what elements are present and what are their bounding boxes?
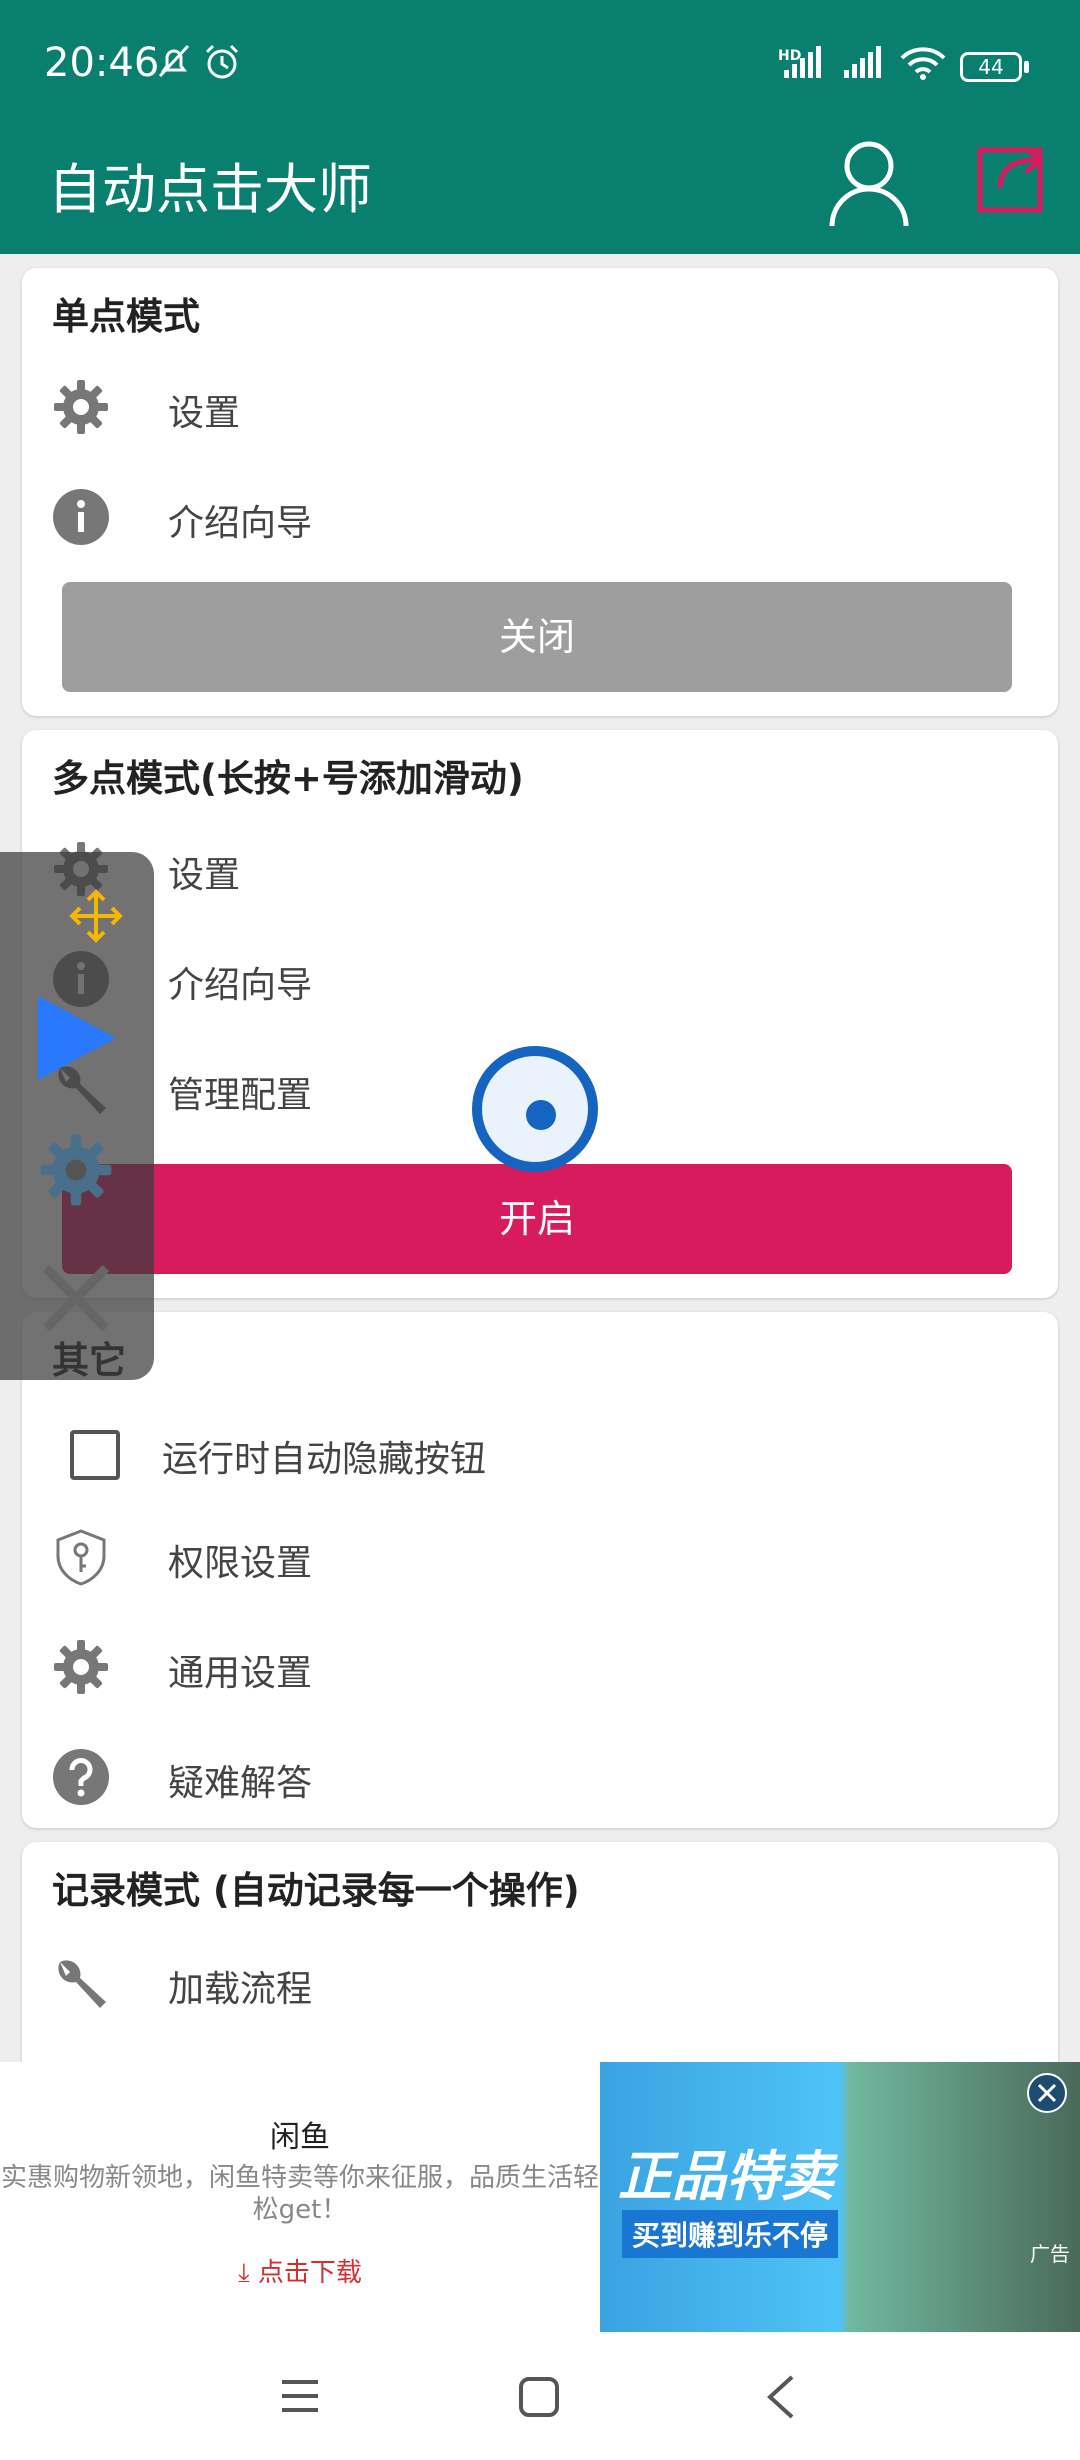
auto-hide-label: 运行时自动隐藏按钮	[162, 1439, 487, 1480]
ad-banner-main: 正品特卖	[618, 2145, 834, 2208]
app-bar: 自动点击大师	[0, 140, 1080, 254]
multi-manage-label: 管理配置	[168, 1075, 313, 1116]
back-icon[interactable]	[762, 2374, 798, 2420]
menu-icon[interactable]	[280, 2376, 320, 2416]
single-close-button[interactable]: 关闭	[62, 582, 1012, 692]
move-icon[interactable]	[68, 888, 124, 944]
account-icon[interactable]	[826, 136, 912, 232]
single-mode-title: 单点模式	[52, 295, 200, 338]
floating-control-panel	[0, 852, 154, 1380]
faq-row[interactable]: 疑难解答	[52, 1736, 1032, 1816]
auto-hide-row[interactable]: 运行时自动隐藏按钮	[52, 1412, 1032, 1492]
auto-hide-checkbox[interactable]	[70, 1430, 120, 1480]
click-target-dot	[526, 1100, 556, 1130]
permissions-row[interactable]: 权限设置	[52, 1516, 1032, 1596]
help-icon	[53, 1749, 109, 1805]
app-title: 自动点击大师	[48, 158, 372, 221]
panel-gear-icon[interactable]	[38, 1132, 114, 1208]
play-icon[interactable]	[34, 992, 120, 1084]
ad-title: 闲鱼	[270, 2120, 330, 2155]
status-bar: 20:46 HD 44	[0, 0, 1080, 140]
battery-tip	[1024, 61, 1029, 73]
ad-tag: 广告	[1030, 2242, 1070, 2266]
multi-guide-label: 介绍向导	[168, 965, 313, 1006]
ad-description: 实惠购物新领地，闲鱼特卖等你来征服，品质生活轻松get！	[0, 2163, 599, 2225]
home-icon[interactable]	[518, 2376, 560, 2418]
multi-settings-row[interactable]: 设置	[52, 828, 1032, 908]
mute-bell-icon	[158, 44, 190, 78]
multi-settings-label: 设置	[168, 855, 241, 896]
signal-2-icon	[844, 46, 881, 78]
single-mode-card: 单点模式 设置 介绍向导 关闭	[22, 268, 1058, 716]
close-icon[interactable]	[38, 1260, 114, 1336]
multi-mode-title: 多点模式(长按+号添加滑动)	[52, 757, 524, 800]
permissions-label: 权限设置	[168, 1543, 313, 1584]
info-icon	[53, 489, 109, 545]
single-guide-row[interactable]: 介绍向导	[52, 476, 1032, 556]
wrench-icon	[58, 1960, 106, 2008]
click-target-point[interactable]	[472, 1046, 598, 1172]
single-guide-label: 介绍向导	[168, 503, 313, 544]
multi-mode-card: 多点模式(长按+号添加滑动) 设置 介绍向导 管理配置 开启	[22, 730, 1058, 1298]
ad-download-label: 点击下载	[257, 2258, 362, 2288]
gear-icon	[54, 1640, 108, 1694]
general-settings-label: 通用设置	[168, 1653, 313, 1694]
load-flow-label: 加载流程	[168, 1969, 313, 2010]
ad-close-icon[interactable]	[1026, 2072, 1068, 2114]
single-settings-row[interactable]: 设置	[52, 366, 1032, 446]
ad-download-link[interactable]: ⤓ 点击下载	[0, 2252, 600, 2289]
ad-banner[interactable]: 闲鱼 实惠购物新领地，闲鱼特卖等你来征服，品质生活轻松get！ ⤓ 点击下载 正…	[0, 2062, 1080, 2332]
general-settings-row[interactable]: 通用设置	[52, 1626, 1032, 1706]
gear-icon	[54, 380, 108, 434]
load-flow-row[interactable]: 加载流程	[52, 1942, 1032, 2022]
single-settings-label: 设置	[168, 393, 241, 434]
download-icon: ⤓	[238, 2258, 258, 2288]
multi-guide-row[interactable]: 介绍向导	[52, 938, 1032, 1018]
share-icon[interactable]	[974, 136, 1054, 216]
ad-image[interactable]: 正品特卖 买到赚到乐不停	[600, 2062, 1080, 2332]
ad-banner-sub: 买到赚到乐不停	[622, 2210, 839, 2258]
multi-start-button[interactable]: 开启	[62, 1164, 1012, 1274]
faq-label: 疑难解答	[168, 1763, 313, 1804]
signal-1-icon	[784, 46, 821, 78]
status-time: 20:46	[44, 40, 160, 86]
battery-level: 44	[978, 55, 1004, 79]
navigation-bar	[0, 2332, 1080, 2460]
other-card: 其它 运行时自动隐藏按钮 权限设置 通用设置 疑难解答	[22, 1312, 1058, 1828]
wifi-icon	[900, 47, 946, 80]
record-mode-title: 记录模式 (自动记录每一个操作)	[52, 1869, 580, 1912]
battery-icon: 44	[960, 52, 1022, 82]
alarm-icon	[205, 44, 239, 79]
shield-key-icon	[56, 1529, 106, 1586]
